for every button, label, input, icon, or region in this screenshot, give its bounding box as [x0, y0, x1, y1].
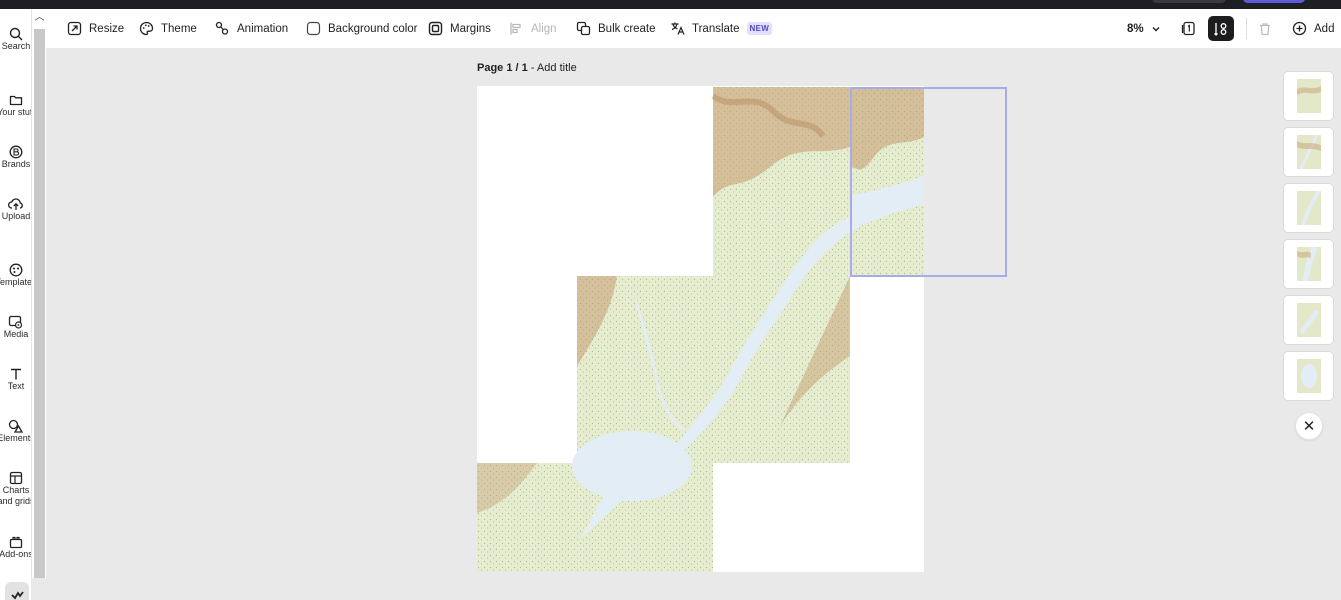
thumbnail-item[interactable] [1283, 295, 1334, 345]
sidebar-item-brands[interactable]: Brands [0, 145, 31, 170]
sidebar-item-templates[interactable]: Templates [0, 263, 31, 288]
zoom-value: 8% [1127, 22, 1144, 35]
zoom-select[interactable]: 8% [1127, 9, 1161, 48]
delete-button[interactable] [1258, 9, 1272, 48]
sidebar-item-elements[interactable]: Elements [0, 419, 31, 444]
resize-icon [67, 21, 82, 36]
elements-icon [8, 419, 23, 433]
toolbar-divider [1246, 18, 1247, 39]
selection-box[interactable] [850, 87, 1007, 277]
chart-grid-icon [9, 471, 22, 485]
folder-icon [9, 95, 22, 106]
sidebar-item-upload[interactable]: Upload [0, 197, 31, 222]
theme-button[interactable]: Theme [139, 9, 197, 48]
sidebar-item-search[interactable]: Search [0, 27, 31, 52]
sidebar-scrollbar[interactable]: ︿ [31, 9, 46, 578]
map-thumbnail [1296, 247, 1321, 281]
add-label: Add [1314, 22, 1335, 35]
new-badge: NEW [746, 22, 773, 35]
align-icon [510, 22, 521, 35]
map-thumbnail [1296, 359, 1321, 393]
align-button[interactable]: Align [509, 9, 557, 48]
editor-toolbar: Resize Theme Animation Background color … [46, 9, 1341, 48]
add-title-link[interactable]: - Add title [528, 62, 577, 74]
sidebar-item-addons[interactable]: Add-ons [0, 535, 31, 560]
map-thumbnail [1296, 135, 1321, 169]
animation-icon [215, 21, 229, 35]
sidebar-item-label: Elements [0, 433, 31, 443]
thumbnail-item[interactable] [1283, 127, 1334, 177]
map-thumbnail [1296, 79, 1321, 113]
theme-label: Theme [161, 22, 197, 35]
thumbnail-item[interactable] [1283, 71, 1334, 121]
page-count-button[interactable] [1181, 9, 1196, 48]
palette-icon [139, 21, 154, 36]
translate-icon [671, 22, 685, 35]
margins-label: Margins [450, 22, 491, 35]
margins-button[interactable]: Margins [428, 9, 491, 48]
bulk-create-label: Bulk create [598, 22, 656, 35]
sidebar-item-label: Brands [1, 159, 31, 169]
sidebar-item-label: Add-ons [0, 549, 31, 559]
left-sidebar: Search Your stuff Brands Upload Template… [0, 9, 31, 600]
add-button[interactable]: Add [1292, 9, 1334, 48]
addons-icon [9, 536, 22, 549]
background-color-button[interactable]: Background color [306, 9, 418, 48]
map-thumbnail [1296, 303, 1321, 337]
sidebar-item-label: Text [7, 381, 25, 391]
brand-icon [9, 145, 22, 159]
sidebar-app-button[interactable] [5, 582, 29, 600]
lake-basin [572, 431, 692, 501]
grid-settings-icon [1214, 22, 1227, 36]
sidebar-item-text[interactable]: Text [0, 367, 31, 392]
thumbnail-item[interactable] [1283, 239, 1334, 289]
map-thumbnail [1296, 191, 1321, 225]
page-number-label: Page 1 / 1 [477, 62, 528, 74]
scroll-up-icon[interactable]: ︿ [34, 11, 45, 25]
translate-button[interactable]: Translate NEW [670, 9, 773, 48]
thumbnail-item[interactable] [1283, 351, 1334, 401]
sidebar-item-your-stuff[interactable]: Your stuff [0, 93, 31, 118]
resize-label: Resize [89, 22, 125, 35]
chevron-down-icon [1152, 26, 1160, 31]
resize-button[interactable]: Resize [67, 9, 124, 48]
templates-icon [9, 263, 22, 277]
bulk-create-button[interactable]: Bulk create [576, 9, 656, 48]
margins-icon [428, 21, 443, 36]
grid-view-toggle-button[interactable] [1208, 16, 1234, 41]
plus-circle-icon [1292, 21, 1307, 36]
close-thumbnails-button[interactable]: ✕ [1295, 412, 1323, 440]
upload-icon [7, 198, 23, 210]
search-icon [9, 27, 22, 41]
pages-icon [1181, 21, 1195, 36]
scrollbar-thumb[interactable] [34, 29, 45, 578]
sidebar-item-label: Upload [1, 211, 31, 221]
page-title[interactable]: Page 1 / 1 - Add title [477, 62, 577, 74]
bulk-create-icon [576, 21, 591, 36]
sidebar-item-label: Charts and grids [0, 485, 31, 506]
trash-icon [1260, 22, 1270, 35]
translate-label: Translate [692, 22, 740, 35]
thumbnail-item[interactable] [1283, 183, 1334, 233]
color-swatch-icon [306, 21, 321, 36]
sidebar-item-label: Your stuff [0, 107, 31, 117]
sidebar-item-media[interactable]: Media [0, 315, 31, 340]
top-share-button[interactable] [1152, 0, 1226, 3]
page-thumbnails [1283, 71, 1334, 407]
top-download-button[interactable] [1243, 0, 1305, 3]
sidebar-item-label: Search [1, 41, 31, 51]
close-icon: ✕ [1302, 418, 1316, 435]
animation-button[interactable]: Animation [215, 9, 288, 48]
sidebar-item-label: Media [3, 329, 29, 339]
animation-label: Animation [237, 22, 289, 35]
text-icon [10, 368, 21, 380]
sidebar-item-label: Templates [0, 277, 31, 287]
sidebar-item-charts-grids[interactable]: Charts and grids [0, 471, 31, 507]
browser-top-strip [0, 0, 1341, 9]
align-label: Align [531, 22, 557, 35]
media-icon [8, 315, 23, 329]
background-color-label: Background color [328, 22, 418, 35]
app-logo-icon [11, 591, 24, 600]
